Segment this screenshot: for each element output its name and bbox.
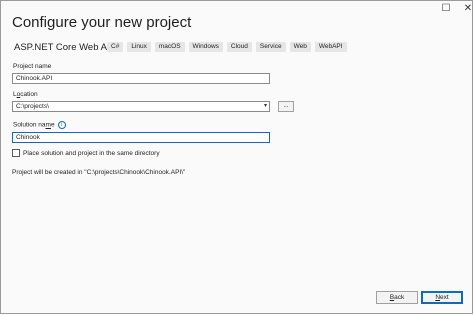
tag-web: Web	[289, 42, 311, 52]
tag-windows: Windows	[188, 42, 223, 52]
next-button-label: ext	[440, 294, 449, 301]
project-name-input[interactable]: Chinook.API	[12, 73, 270, 84]
same-directory-checkbox[interactable]	[12, 149, 20, 157]
solution-name-label-end: e	[50, 121, 55, 129]
page-title: Configure your new project	[12, 14, 192, 31]
browse-location-button[interactable]: ...	[278, 101, 294, 112]
solution-name-input[interactable]: Chinook	[12, 132, 270, 143]
close-icon: ✕	[463, 3, 473, 14]
dialog-window: ☐ ✕ Configure your new project ASP.NET C…	[0, 0, 473, 314]
back-button[interactable]: Back	[376, 291, 418, 304]
tag-webapi: WebAPI	[314, 42, 347, 52]
tag-csharp: C#	[107, 42, 124, 52]
info-icon[interactable]: i	[57, 121, 66, 129]
close-button[interactable]: ✕	[455, 2, 474, 16]
next-button[interactable]: Next	[421, 291, 463, 304]
tag-cloud: Cloud	[226, 42, 252, 52]
project-name-label: Project name	[13, 63, 52, 70]
location-label-end: cation	[20, 91, 38, 98]
template-name: ASP.NET Core Web API	[14, 42, 116, 53]
solution-name-label: Solution name i	[13, 121, 66, 129]
tag-linux: Linux	[127, 42, 151, 52]
location-value: C:\projects\	[16, 103, 49, 110]
location-combobox[interactable]: C:\projects\ ▾	[12, 101, 270, 112]
template-tags: C# Linux macOS Windows Cloud Service Web…	[107, 42, 347, 52]
maximize-icon: ☐	[441, 3, 451, 14]
tag-macos: macOS	[154, 42, 185, 52]
same-directory-label[interactable]: Place solution and project in the same d…	[23, 150, 160, 157]
location-label: Location	[13, 91, 38, 98]
chevron-down-icon[interactable]: ▾	[264, 102, 267, 111]
back-button-label: ack	[394, 294, 405, 301]
created-path-text: Project will be created in "C:\projects\…	[12, 169, 186, 176]
solution-name-label-start: Solution na	[13, 121, 46, 129]
tag-service: Service	[255, 42, 286, 52]
